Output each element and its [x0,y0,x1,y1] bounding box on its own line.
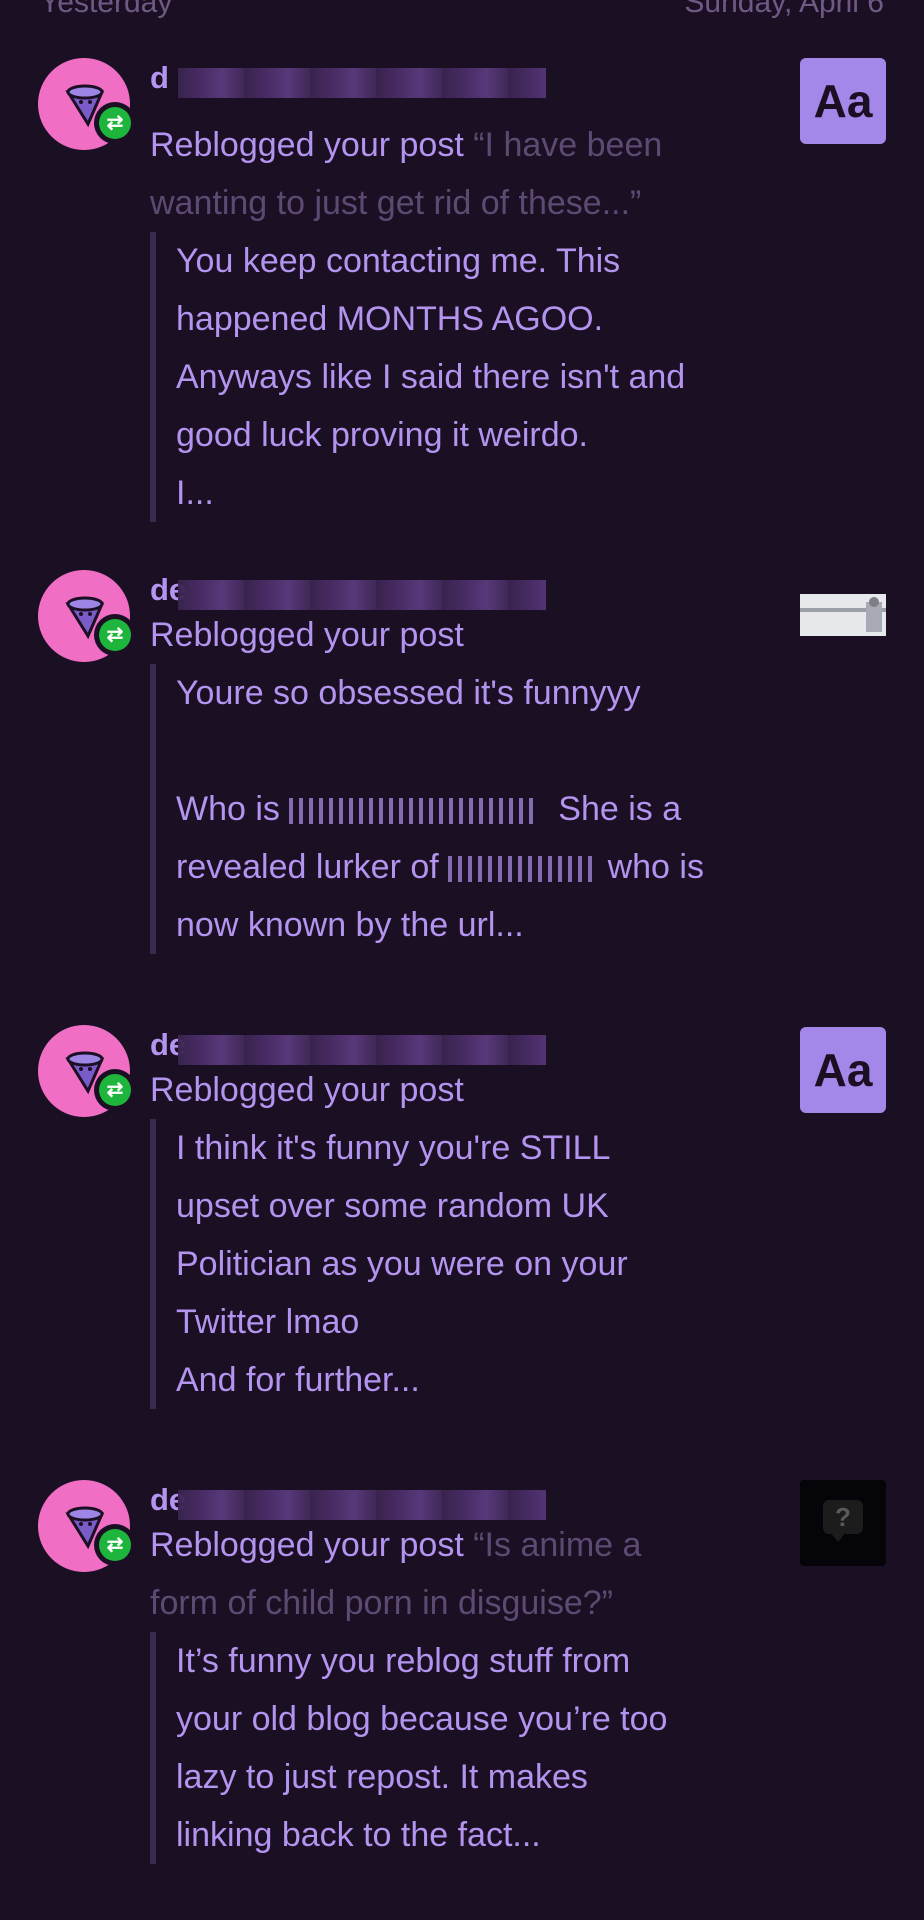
redacted-username [178,68,546,98]
reblog-excerpt[interactable]: It’s funny you reblog stuff from your ol… [150,1632,796,1864]
image-post-thumbnail[interactable] [800,594,886,636]
date-header: Yesterday Sunday, April 6 [0,0,924,19]
reblog-excerpt[interactable]: Youre so obsessed it's funnyyy Who is Sh… [150,664,796,954]
reblog-icon: ⇄ [94,1069,136,1111]
date-header-yesterday: Yesterday [40,0,173,19]
action-text: Reblogged your post [150,1071,464,1109]
text-post-thumbnail[interactable]: Aa [800,1027,886,1113]
reblog-excerpt[interactable]: You keep contacting me. This happened MO… [150,232,796,522]
reblog-icon: ⇄ [94,1524,136,1566]
reblog-icon: ⇄ [94,102,136,144]
action-text: Reblogged your post “I have been [150,126,663,164]
reblog-excerpt[interactable]: I think it's funny you're STILL upset ov… [150,1119,796,1409]
action-text: Reblogged your post “Is anime a [150,1526,642,1564]
redacted-text [289,798,540,825]
ask-bubble-icon: ? [823,1500,863,1534]
reblog-icon: ⇄ [94,614,136,656]
action-text: Reblogged your post [150,616,464,654]
date-header-date: Sunday, April 6 [684,0,884,19]
post-quote[interactable]: wanting to just get rid of these...” [150,174,641,232]
post-quote[interactable]: form of child porn in disguise?” [150,1574,613,1632]
text-post-thumbnail[interactable]: Aa [800,58,886,144]
ask-bubble-tail [830,1532,846,1542]
ask-post-thumbnail[interactable]: ? [800,1480,886,1566]
redacted-text [448,856,599,883]
username[interactable]: d [150,58,169,98]
